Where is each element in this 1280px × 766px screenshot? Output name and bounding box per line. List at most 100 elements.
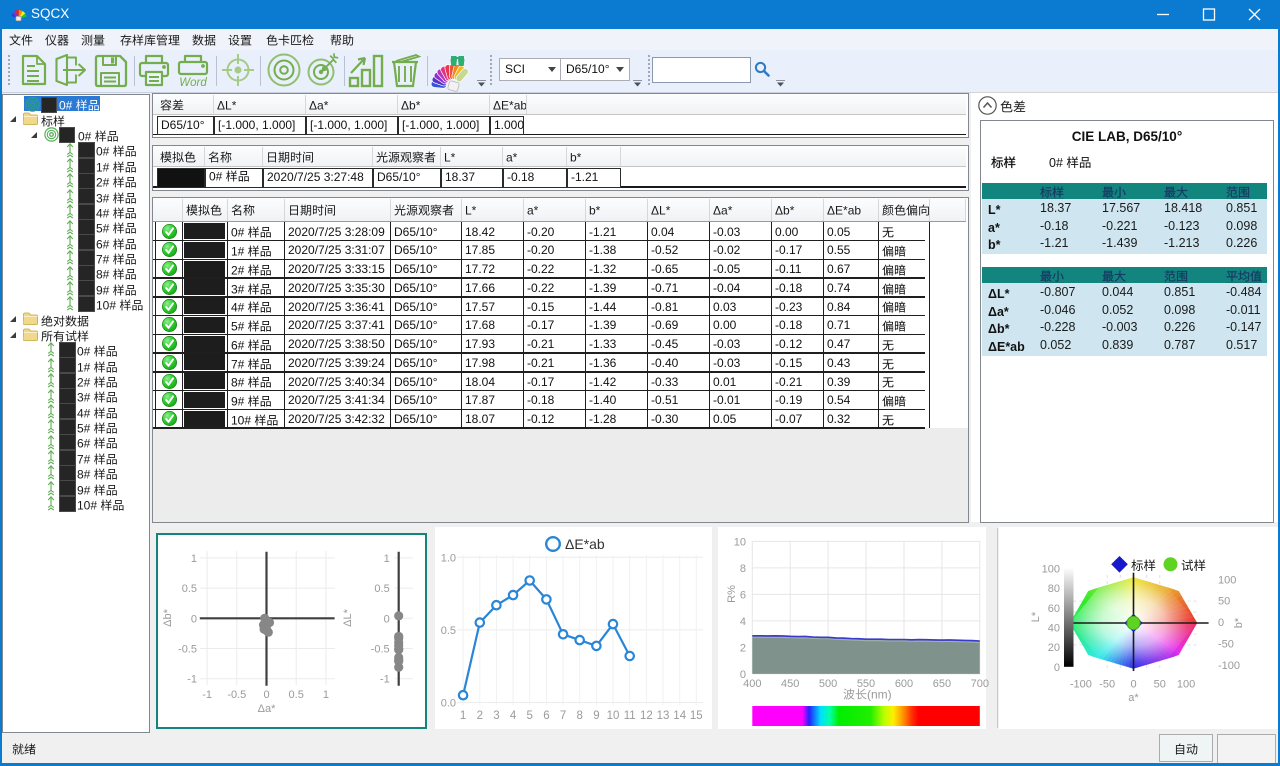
svg-text:Δa*: Δa* [309,99,329,113]
svg-text:1.0: 1.0 [441,552,456,564]
svg-text:0#: 0# [59,99,73,113]
svg-text:3#: 3# [231,282,245,296]
svg-text:a*: a* [506,151,518,165]
svg-text:1#: 1# [231,245,245,259]
svg-text:1: 1 [460,710,466,722]
svg-text:10#: 10# [77,499,97,513]
svg-text:8#: 8# [77,468,91,482]
svg-text:0#: 0# [209,169,223,183]
svg-text:50: 50 [1154,679,1166,691]
svg-text:650: 650 [933,678,951,690]
svg-text:-1: -1 [380,674,390,686]
svg-text:1#: 1# [96,160,110,174]
svg-text:4#: 4# [77,406,91,420]
svg-text:7#: 7# [77,452,91,466]
svg-text:10: 10 [734,536,746,548]
svg-text:7#: 7# [231,357,245,371]
svg-text:0: 0 [1054,662,1060,674]
svg-text:(nm): (nm) [867,688,892,702]
svg-text:1: 1 [191,553,197,565]
svg-text:R%: R% [726,585,738,603]
svg-text:-1: -1 [187,674,197,686]
svg-text:50: 50 [1218,596,1230,608]
svg-text:0: 0 [384,613,390,625]
svg-text:15: 15 [690,710,703,722]
svg-text:Δb*: Δb* [401,99,421,113]
svg-text:0: 0 [263,689,269,701]
svg-text:9: 9 [593,710,599,722]
svg-text:9#: 9# [96,283,110,297]
svg-text:6#: 6# [77,437,91,451]
svg-text:L*: L* [465,204,477,218]
svg-text:2: 2 [477,710,483,722]
svg-text:b*: b* [589,204,601,218]
svg-text:0: 0 [1218,617,1224,629]
svg-text:-1: -1 [202,689,212,701]
svg-text:7: 7 [560,710,566,722]
svg-text:-100: -100 [1070,679,1092,691]
svg-text:14: 14 [673,710,686,722]
svg-text:ΔL*: ΔL* [651,204,671,218]
svg-text:0.5: 0.5 [289,689,304,701]
svg-text:1: 1 [384,553,390,565]
svg-text:400: 400 [743,678,761,690]
svg-text:12: 12 [640,710,653,722]
svg-text:b*: b* [1233,617,1245,628]
svg-text:ΔE*ab: ΔE*ab [988,340,1025,354]
svg-text:5: 5 [526,710,532,722]
svg-text:60: 60 [1048,603,1060,615]
svg-text:3#: 3# [96,191,110,205]
svg-text:2#: 2# [77,376,91,390]
svg-text:ΔL*: ΔL* [988,287,1010,301]
svg-text:40: 40 [1048,623,1060,635]
svg-text:8: 8 [576,710,582,722]
svg-text:0.0: 0.0 [441,698,456,710]
svg-text:4#: 4# [96,207,110,221]
svg-text:7#: 7# [96,253,110,267]
svg-text:5#: 5# [77,422,91,436]
svg-text:0: 0 [1130,679,1136,691]
svg-text:Δb*: Δb* [988,322,1010,336]
svg-text:0#: 0# [96,145,110,159]
svg-text:0.5: 0.5 [374,583,389,595]
svg-text:600: 600 [895,678,913,690]
svg-text:b*: b* [570,151,582,165]
svg-text:-0.5: -0.5 [178,644,197,656]
svg-text:a*: a* [527,204,539,218]
svg-text:ΔE*ab: ΔE*ab [827,204,861,218]
svg-text:5#: 5# [96,222,110,236]
svg-text:4#: 4# [231,301,245,315]
svg-text:8: 8 [740,563,746,575]
svg-text:10#: 10# [231,413,251,427]
svg-text:a*: a* [1128,692,1139,704]
svg-text:6: 6 [740,589,746,601]
svg-text:11: 11 [624,710,636,722]
svg-text:1#: 1# [77,360,91,374]
svg-text:-0.5: -0.5 [227,689,246,701]
svg-text:-50: -50 [1099,679,1115,691]
svg-text:0.5: 0.5 [182,583,197,595]
svg-text:9#: 9# [77,483,91,497]
svg-text:0: 0 [191,613,197,625]
svg-text:4: 4 [510,710,517,722]
svg-text:L*: L* [1030,611,1042,622]
svg-text:0#: 0# [231,226,245,240]
svg-text:450: 450 [781,678,799,690]
svg-text:6#: 6# [231,338,245,352]
svg-text:-0.5: -0.5 [371,644,390,656]
svg-text:10: 10 [607,710,620,722]
svg-text:ΔL*: ΔL* [342,608,354,626]
svg-text:6: 6 [543,710,549,722]
svg-text:-50: -50 [1218,639,1234,651]
svg-text:500: 500 [819,678,837,690]
svg-text:10#: 10# [96,299,116,313]
svg-text:9#: 9# [231,395,245,409]
svg-text:3#: 3# [77,391,91,405]
svg-text:Δb*: Δb* [162,608,174,626]
svg-text:Word: Word [179,77,207,89]
svg-text:-100: -100 [1218,660,1240,672]
svg-text:ΔL*: ΔL* [217,99,237,113]
svg-text:100: 100 [1218,574,1236,586]
svg-text:6#: 6# [96,237,110,251]
svg-text:100: 100 [1042,564,1060,576]
